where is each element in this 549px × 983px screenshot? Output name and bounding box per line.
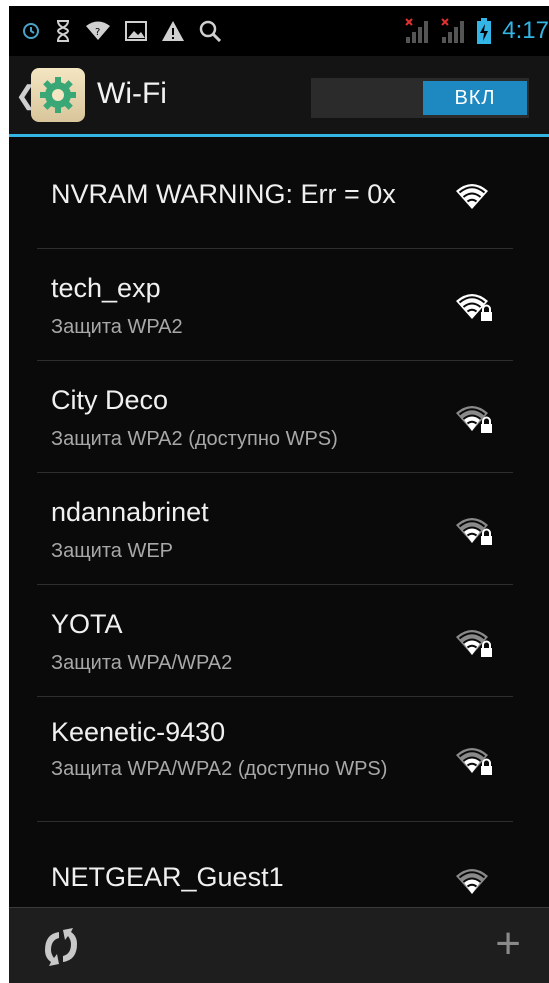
battery-charging-icon bbox=[476, 17, 492, 45]
network-name: ndannabrinet bbox=[51, 497, 209, 527]
warning-icon bbox=[161, 20, 185, 42]
wifi-signal-icon bbox=[455, 866, 489, 901]
network-security: Защита WEP bbox=[51, 540, 174, 562]
wifi-locked-icon bbox=[455, 627, 495, 664]
wifi-toggle-on-label: ВКЛ bbox=[423, 81, 527, 115]
add-network-icon[interactable]: + bbox=[495, 922, 521, 966]
network-item-4[interactable]: YOTA Защита WPA/WPA2 bbox=[37, 585, 513, 697]
network-name: NETGEAR_Guest1 bbox=[51, 862, 284, 892]
no-signal-sim1-icon bbox=[404, 17, 434, 45]
network-item-5[interactable]: Keenetic-9430 Защита WPA/WPA2 (доступно … bbox=[37, 697, 513, 822]
settings-gear-icon[interactable] bbox=[31, 68, 85, 122]
alarm-icon bbox=[21, 21, 41, 41]
wifi-locked-icon bbox=[455, 515, 495, 552]
phone-screen: ? 4:17 ❮ Wi-Fi ВКЛ NVRAM WARNING: Err = … bbox=[9, 6, 549, 983]
no-signal-sim2-icon bbox=[440, 17, 470, 45]
network-name: City Deco bbox=[51, 385, 169, 415]
network-list: NVRAM WARNING: Err = 0x tech_exp Защита … bbox=[9, 137, 549, 922]
network-item-1[interactable]: tech_exp Защита WPA2 bbox=[37, 249, 513, 361]
status-bar: ? 4:17 bbox=[9, 6, 549, 56]
network-item-2[interactable]: City Deco Защита WPA2 (доступно WPS) bbox=[37, 361, 513, 473]
network-name: NVRAM WARNING: Err = 0x bbox=[51, 179, 396, 209]
page-title: Wi-Fi bbox=[97, 77, 167, 110]
wifi-locked-icon bbox=[455, 291, 495, 328]
network-name: YOTA bbox=[51, 609, 123, 639]
svg-text:?: ? bbox=[95, 27, 100, 38]
wifi-toggle[interactable]: ВКЛ bbox=[311, 78, 529, 118]
clock: 4:17 bbox=[502, 17, 549, 44]
network-name: Keenetic-9430 bbox=[51, 717, 226, 747]
network-security: Защита WPA2 bbox=[51, 316, 183, 338]
network-item-3[interactable]: ndannabrinet Защита WEP bbox=[37, 473, 513, 585]
action-bar: ❮ Wi-Fi ВКЛ bbox=[9, 56, 549, 137]
refresh-icon[interactable] bbox=[39, 926, 83, 973]
wifi-notify-icon: ? bbox=[85, 20, 111, 42]
network-security: Защита WPA2 (доступно WPS) bbox=[51, 428, 338, 450]
network-item-0[interactable]: NVRAM WARNING: Err = 0x bbox=[37, 137, 513, 249]
image-icon bbox=[125, 21, 147, 41]
hourglass-icon bbox=[55, 19, 71, 43]
wifi-signal-icon bbox=[455, 181, 489, 216]
network-name: tech_exp bbox=[51, 273, 161, 303]
wifi-locked-icon bbox=[455, 403, 495, 440]
status-bar-notifications: ? bbox=[21, 14, 221, 48]
status-bar-system: 4:17 bbox=[404, 14, 549, 48]
bottom-action-bar: + bbox=[9, 907, 549, 983]
network-security: Защита WPA/WPA2 bbox=[51, 652, 233, 674]
network-security: Защита WPA/WPA2 (доступно WPS) bbox=[51, 758, 388, 780]
search-icon bbox=[199, 20, 221, 42]
wifi-locked-icon bbox=[455, 745, 495, 782]
